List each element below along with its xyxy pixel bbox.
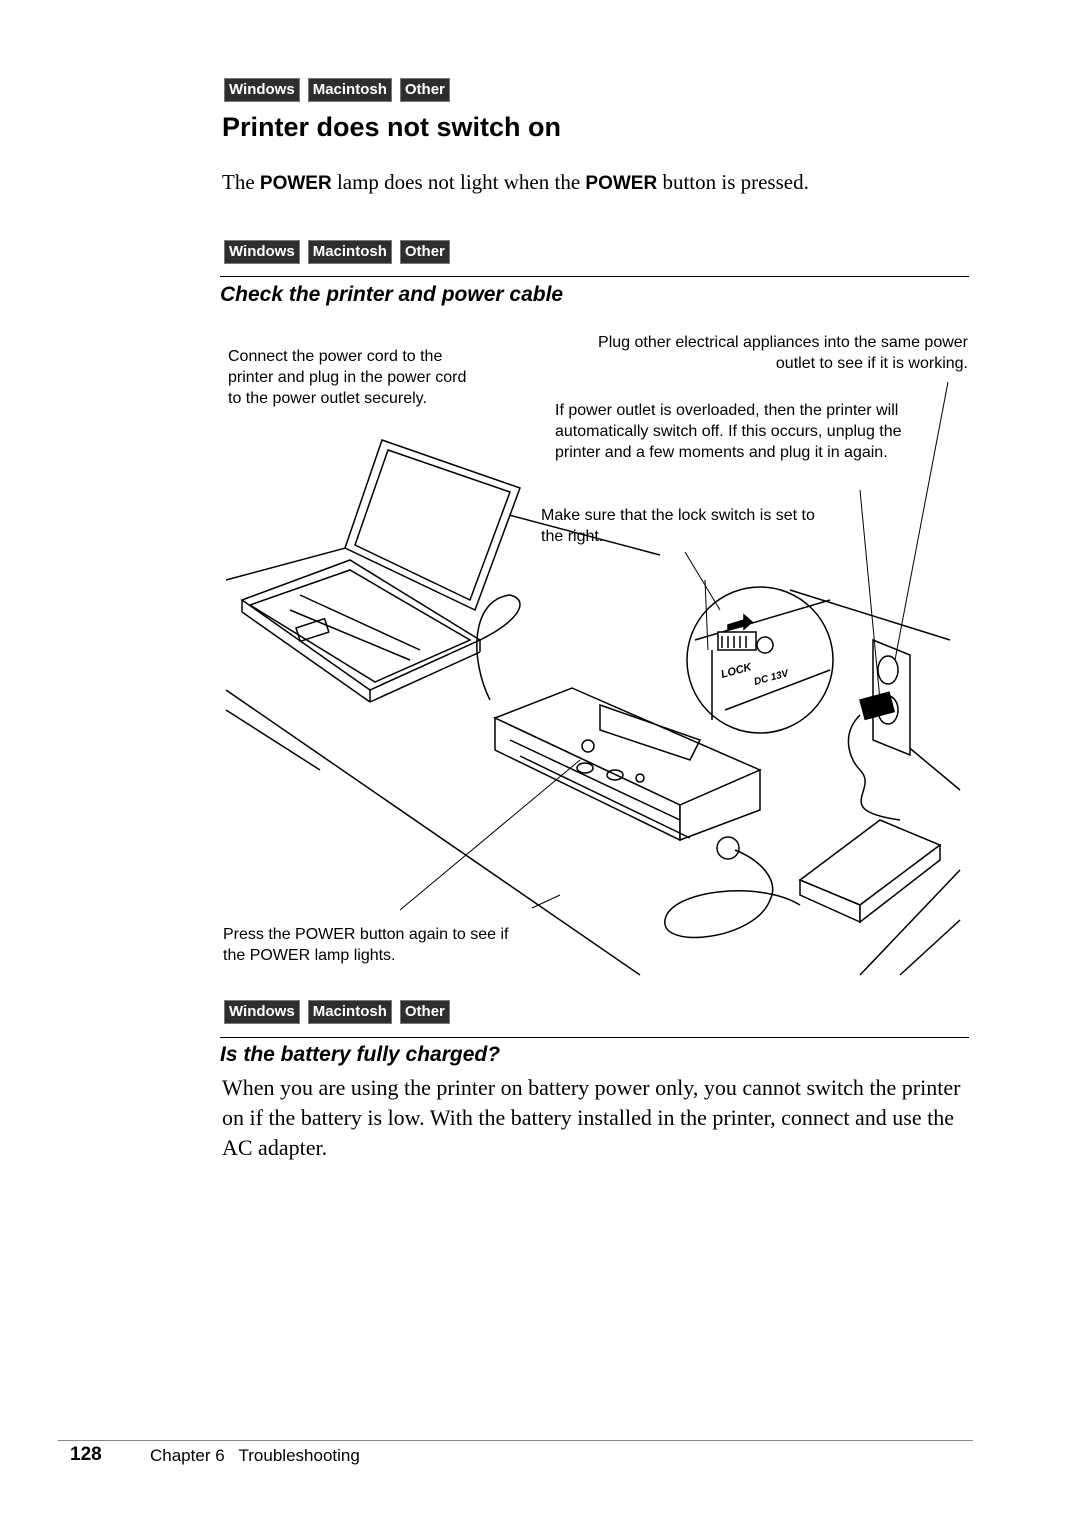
caption-plug-other-appliances: Plug other electrical appliances into th… xyxy=(598,334,968,372)
tag-macintosh: Macintosh xyxy=(307,1000,392,1024)
adapter-cord xyxy=(664,849,801,939)
tag-other: Other xyxy=(399,1000,450,1024)
laptop-cable xyxy=(476,594,521,701)
tag-windows: Windows xyxy=(224,1000,300,1024)
printer-setup-illustration: LOCK DC 13V xyxy=(225,381,961,976)
caption-connect-cord: Connect the power cord to the printer an… xyxy=(228,348,467,407)
platform-tags-section2: Windows Macintosh Other xyxy=(224,1000,450,1024)
battery-body-text: When you are using the printer on batter… xyxy=(222,1075,961,1160)
footer-divider xyxy=(58,1440,973,1441)
power-outlet-icon xyxy=(859,638,911,757)
caption-press-power: Press the POWER button again to see if t… xyxy=(223,926,509,964)
caption-lock-switch: Make sure that the lock switch is set to… xyxy=(541,507,815,545)
chapter-label: Chapter 6 Troubleshooting xyxy=(150,1446,360,1465)
ac-adapter-icon xyxy=(798,819,942,924)
power-jack-callout xyxy=(716,836,740,860)
caption-overloaded-outlet: If power outlet is overloaded, then the … xyxy=(555,402,902,461)
section-divider xyxy=(220,1037,969,1038)
section-heading-battery: Is the battery fully charged? xyxy=(220,1043,501,1066)
lock-switch-detail-icon: LOCK DC 13V xyxy=(686,579,834,734)
page-number: 128 xyxy=(70,1444,102,1465)
